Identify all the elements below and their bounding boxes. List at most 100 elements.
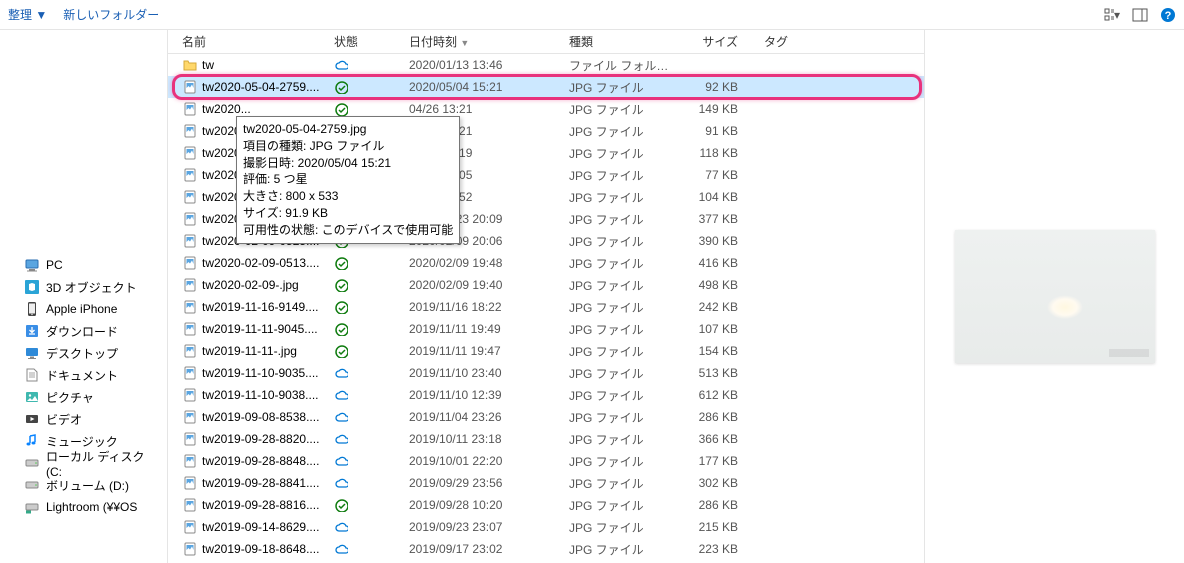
nav-label: ボリューム (D:) bbox=[46, 477, 129, 494]
file-type: JPG ファイル bbox=[563, 299, 683, 316]
file-type: JPG ファイル bbox=[563, 211, 683, 228]
new-folder-button[interactable]: 新しいフォルダー bbox=[63, 6, 159, 23]
file-type: JPG ファイル bbox=[563, 167, 683, 184]
file-date: 2019/09/17 23:02 bbox=[403, 542, 563, 556]
nav-item-netdisk[interactable]: Lightroom (¥¥OS bbox=[0, 496, 167, 518]
status-ok-icon bbox=[334, 102, 348, 116]
file-size: 91 KB bbox=[683, 124, 758, 138]
file-name: tw2019-09-28-8848.... bbox=[202, 454, 319, 468]
file-date: 2019/11/10 12:39 bbox=[403, 388, 563, 402]
table-row[interactable]: tw2019-09-28-8816.... 2019/09/28 10:20 J… bbox=[168, 494, 924, 516]
file-type: JPG ファイル bbox=[563, 387, 683, 404]
toolbar: 整理 ▼ 新しいフォルダー ▾ bbox=[0, 0, 1184, 30]
file-size: 498 KB bbox=[683, 278, 758, 292]
table-row[interactable]: tw2019-09-14-8629.... 2019/09/23 23:07 J… bbox=[168, 516, 924, 538]
file-date: 2019/11/11 19:47 bbox=[403, 344, 563, 358]
file-type: JPG ファイル bbox=[563, 343, 683, 360]
preview-thumbnail bbox=[955, 230, 1155, 363]
jpg-icon bbox=[182, 409, 198, 425]
nav-item-download[interactable]: ダウンロード bbox=[0, 320, 167, 342]
file-date: 04/26 13:21 bbox=[403, 102, 563, 116]
file-size: 118 KB bbox=[683, 146, 758, 160]
jpg-icon bbox=[182, 277, 198, 293]
nav-item-video[interactable]: ビデオ bbox=[0, 408, 167, 430]
file-type: JPG ファイル bbox=[563, 475, 683, 492]
file-type: JPG ファイル bbox=[563, 123, 683, 140]
nav-item-phone[interactable]: Apple iPhone bbox=[0, 298, 167, 320]
jpg-icon bbox=[182, 321, 198, 337]
table-row[interactable]: tw2019-09-28-8848.... 2019/10/01 22:20 J… bbox=[168, 450, 924, 472]
file-type: JPG ファイル bbox=[563, 101, 683, 118]
file-size: 149 KB bbox=[683, 102, 758, 116]
status-cloud-icon bbox=[334, 410, 348, 424]
table-row[interactable]: tw2019-11-11-9045.... 2019/11/11 19:49 J… bbox=[168, 318, 924, 340]
col-state[interactable]: 状態 bbox=[328, 33, 403, 50]
3d-icon bbox=[24, 279, 40, 295]
jpg-icon bbox=[182, 255, 198, 271]
jpg-icon bbox=[182, 167, 198, 183]
file-type: JPG ファイル bbox=[563, 255, 683, 272]
file-name: tw2020... bbox=[202, 102, 251, 116]
table-row[interactable]: tw 2020/01/13 13:46 ファイル フォルダー bbox=[168, 54, 924, 76]
file-size: 177 KB bbox=[683, 454, 758, 468]
status-ok-icon bbox=[334, 498, 348, 512]
jpg-icon bbox=[182, 101, 198, 117]
table-row[interactable]: tw2019-09-18-8648.... 2019/09/17 23:02 J… bbox=[168, 538, 924, 560]
table-row[interactable]: tw2019-11-10-9035.... 2019/11/10 23:40 J… bbox=[168, 362, 924, 384]
nav-item-3d[interactable]: 3D オブジェクト bbox=[0, 276, 167, 298]
disk-icon bbox=[24, 477, 40, 493]
file-name: tw2020-02-09-.jpg bbox=[202, 278, 299, 292]
col-tag[interactable]: タグ bbox=[758, 33, 924, 50]
status-ok-icon bbox=[334, 322, 348, 336]
file-name: tw2019-11-10-9035.... bbox=[202, 366, 319, 380]
col-name[interactable]: 名前 bbox=[176, 33, 328, 50]
table-row[interactable]: tw2020-05-04-2759.... 2020/05/04 15:21 J… bbox=[168, 76, 924, 98]
nav-item-document[interactable]: ドキュメント bbox=[0, 364, 167, 386]
phone-icon bbox=[24, 301, 40, 317]
column-headers[interactable]: 名前 状態 日付時刻 ▼ 種類 サイズ タグ bbox=[168, 30, 924, 54]
jpg-icon bbox=[182, 387, 198, 403]
col-type[interactable]: 種類 bbox=[563, 33, 683, 50]
col-size[interactable]: サイズ bbox=[683, 33, 758, 50]
nav-label: ドキュメント bbox=[46, 367, 118, 384]
file-size: 77 KB bbox=[683, 168, 758, 182]
file-date: 2020/01/13 13:46 bbox=[403, 58, 563, 72]
nav-item-pc[interactable]: PC bbox=[0, 254, 167, 276]
file-date: 2019/10/01 22:20 bbox=[403, 454, 563, 468]
file-name: tw2020-02-09-0513.... bbox=[202, 256, 319, 270]
preview-pane-icon[interactable] bbox=[1132, 7, 1148, 23]
table-row[interactable]: tw2020-02-09-.jpg 2020/02/09 19:40 JPG フ… bbox=[168, 274, 924, 296]
col-date[interactable]: 日付時刻 ▼ bbox=[403, 33, 563, 50]
table-row[interactable]: tw2019-09-28-8820.... 2019/10/11 23:18 J… bbox=[168, 428, 924, 450]
table-row[interactable]: tw2019-11-16-9149.... 2019/11/16 18:22 J… bbox=[168, 296, 924, 318]
file-date: 2020/05/04 15:21 bbox=[403, 80, 563, 94]
table-row[interactable]: tw2020-02-09-0513.... 2020/02/09 19:48 J… bbox=[168, 252, 924, 274]
nav-item-disk[interactable]: ローカル ディスク (C: bbox=[0, 452, 167, 474]
file-date: 2019/10/11 23:18 bbox=[403, 432, 563, 446]
nav-label: ダウンロード bbox=[46, 323, 118, 340]
nav-item-picture[interactable]: ピクチャ bbox=[0, 386, 167, 408]
help-icon[interactable] bbox=[1160, 7, 1176, 23]
status-cloud-icon bbox=[334, 454, 348, 468]
file-name: tw2019-11-11-9045.... bbox=[202, 322, 318, 336]
table-row[interactable]: tw2019-11-11-.jpg 2019/11/11 19:47 JPG フ… bbox=[168, 340, 924, 362]
table-row[interactable]: tw2019-09-08-8538.... 2019/11/04 23:26 J… bbox=[168, 406, 924, 428]
organize-button[interactable]: 整理 ▼ bbox=[8, 6, 47, 23]
file-size: 104 KB bbox=[683, 190, 758, 204]
file-date: 2020/02/09 19:40 bbox=[403, 278, 563, 292]
file-list: 名前 状態 日付時刻 ▼ 種類 サイズ タグ tw 2020/01/13 13:… bbox=[168, 30, 924, 563]
document-icon bbox=[24, 367, 40, 383]
table-row[interactable]: tw2019-09-28-8841.... 2019/09/29 23:56 J… bbox=[168, 472, 924, 494]
file-name: tw2020 bbox=[202, 124, 241, 138]
jpg-icon bbox=[182, 343, 198, 359]
desktop-icon bbox=[24, 345, 40, 361]
file-name: tw2019-09-28-8816.... bbox=[202, 498, 319, 512]
nav-label: 3D オブジェクト bbox=[46, 279, 137, 296]
file-date: 2019/09/29 23:56 bbox=[403, 476, 563, 490]
view-icon[interactable]: ▾ bbox=[1104, 7, 1120, 23]
table-row[interactable]: tw2019-11-10-9038.... 2019/11/10 12:39 J… bbox=[168, 384, 924, 406]
file-size: 513 KB bbox=[683, 366, 758, 380]
nav-tree: PC 3D オブジェクト Apple iPhone ダウンロードデスクトップドキュメン… bbox=[0, 30, 168, 563]
file-date: 2019/11/04 23:26 bbox=[403, 410, 563, 424]
nav-item-desktop[interactable]: デスクトップ bbox=[0, 342, 167, 364]
